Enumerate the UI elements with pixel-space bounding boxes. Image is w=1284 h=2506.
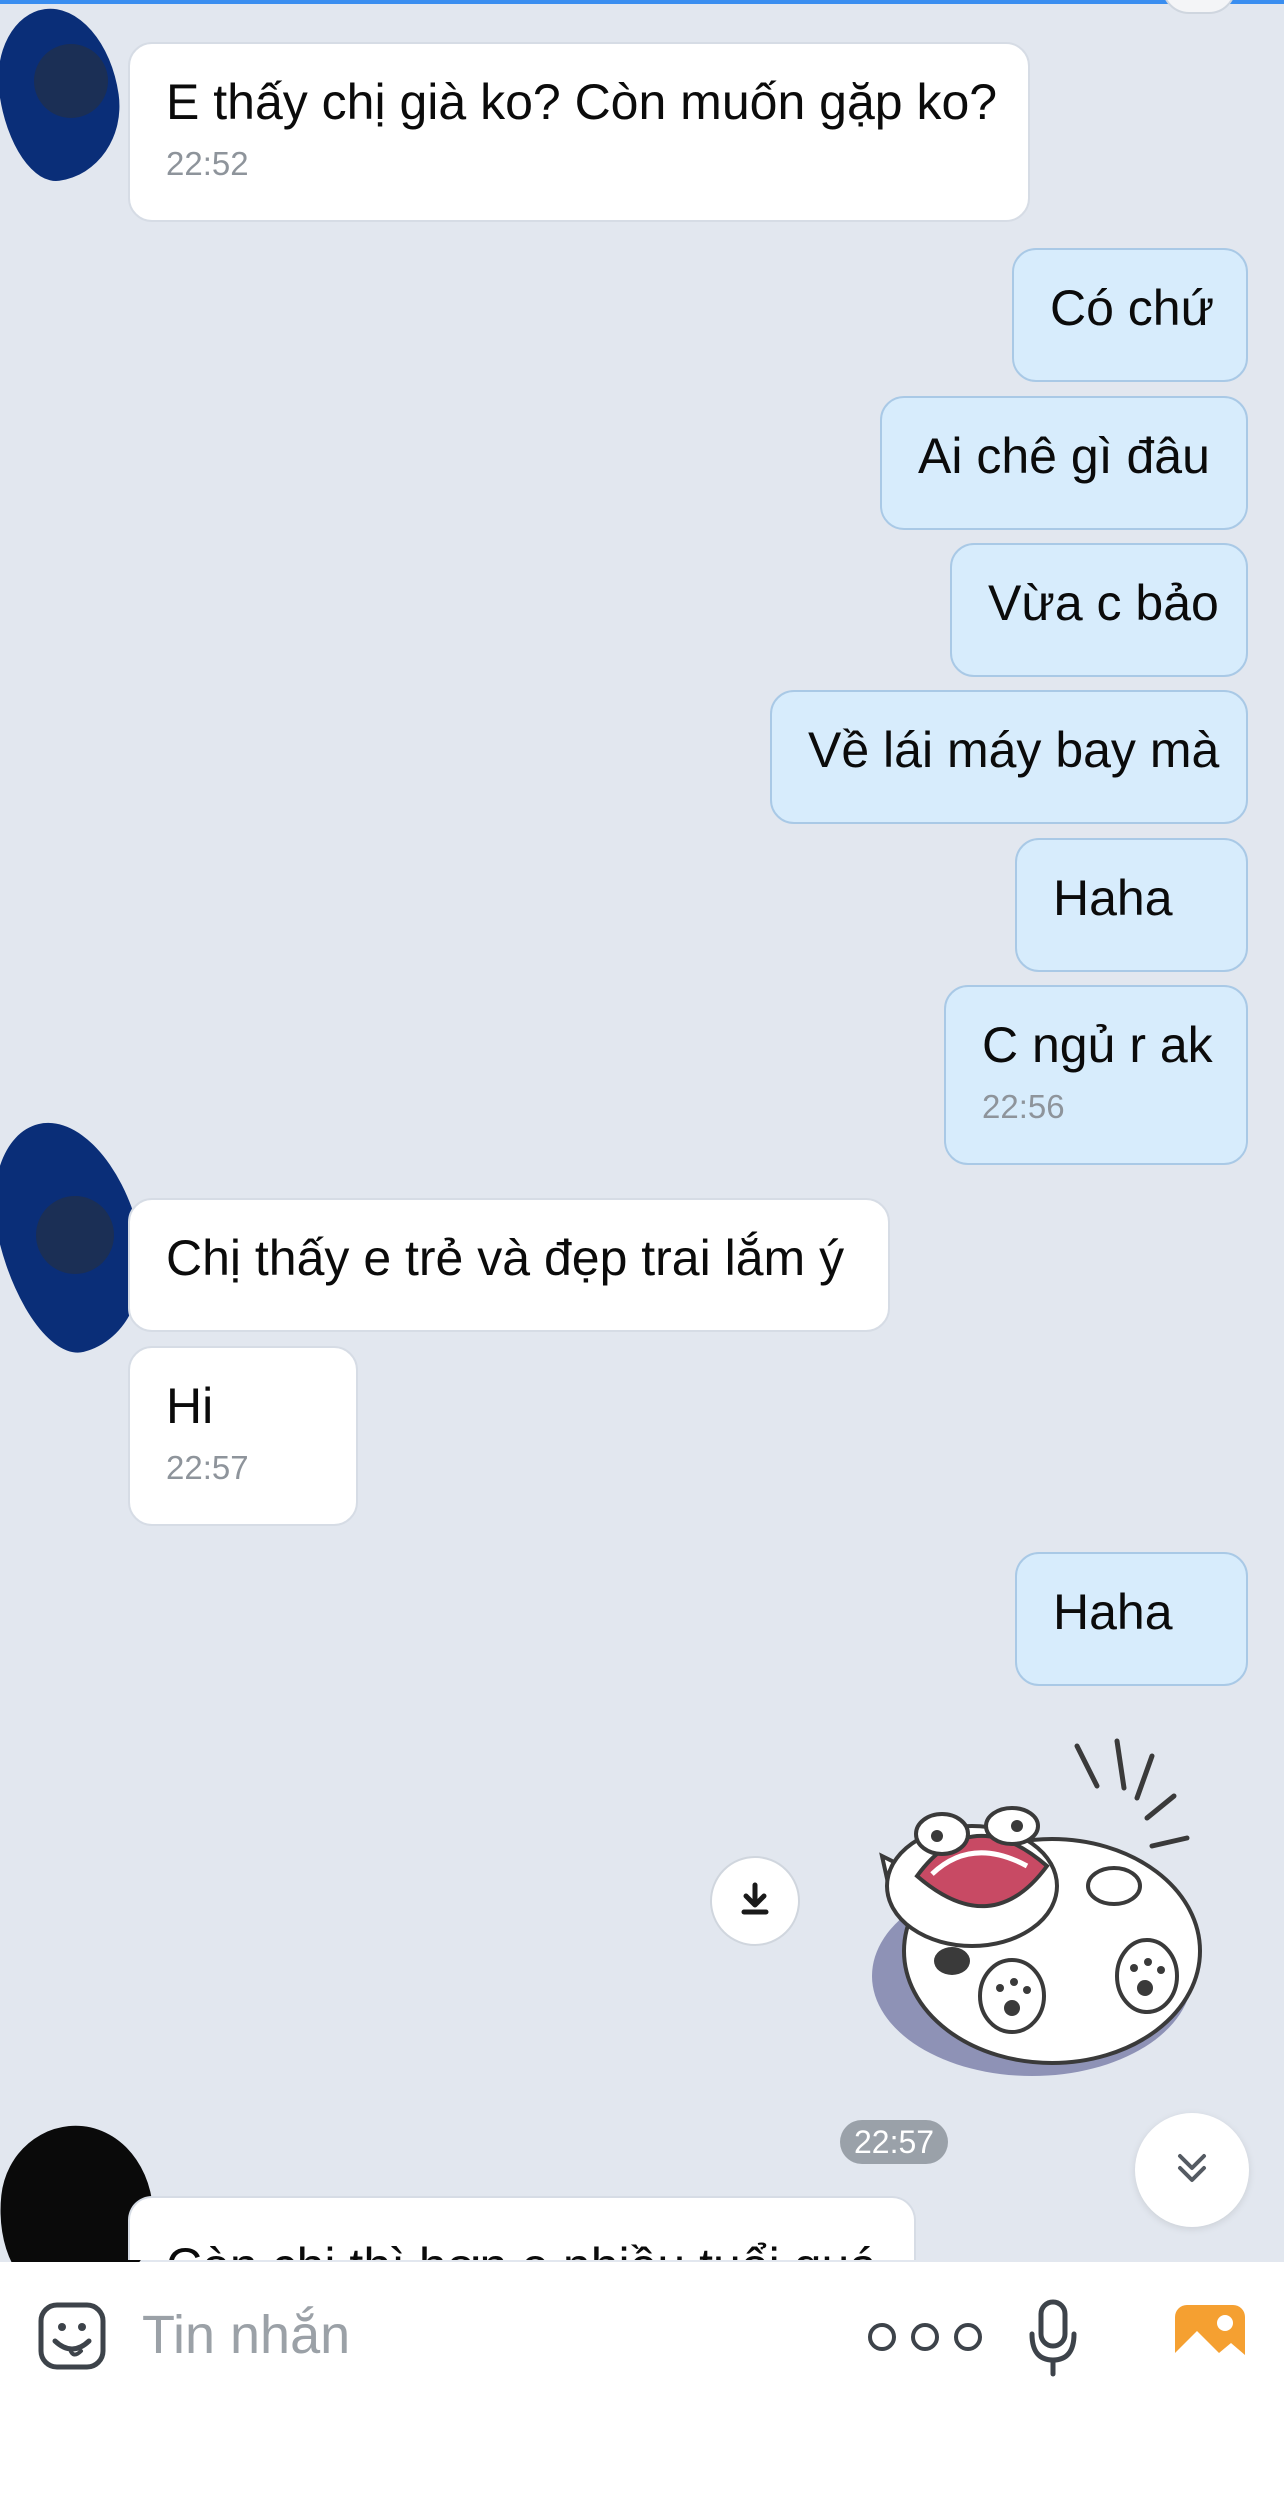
message-text: Vừa c bảo xyxy=(988,575,1219,631)
message-text: C ngủ r ak xyxy=(982,1017,1213,1073)
chevron-double-down-icon xyxy=(1170,2146,1214,2195)
message-text: Haha xyxy=(1053,1584,1173,1640)
message-bubble-incoming[interactable]: Chị thấy e trẻ và đẹp trai lắm ý xyxy=(128,1198,890,1332)
message-text: Còn chị thì hơn e nhiều tuổi quá xyxy=(166,2236,877,2260)
message-text: Chị thấy e trẻ và đẹp trai lắm ý xyxy=(166,1230,845,1286)
message-time: 22:57 xyxy=(166,1449,249,1486)
message-text: Ai chê gì đâu xyxy=(918,428,1210,484)
message-composer: Tin nhắn xyxy=(0,2262,1284,2506)
message-bubble-outgoing[interactable]: Haha xyxy=(1015,838,1248,972)
message-text: Về lái máy bay mà xyxy=(808,722,1220,778)
emoji-icon[interactable] xyxy=(34,2298,110,2374)
message-text: Hi xyxy=(166,1378,214,1434)
message-text: Có chứ xyxy=(1050,280,1215,336)
top-floating-button[interactable] xyxy=(1162,0,1236,14)
top-accent-line xyxy=(0,0,1284,4)
cat-sticker[interactable] xyxy=(852,1726,1222,2096)
message-bubble-outgoing[interactable]: Ai chê gì đâu xyxy=(880,396,1248,530)
message-bubble-outgoing[interactable]: C ngủ r ak 22:56 xyxy=(944,985,1248,1165)
message-time: 22:52 xyxy=(166,145,249,182)
download-button[interactable] xyxy=(710,1856,800,1946)
avatar[interactable] xyxy=(36,1196,114,1274)
image-gallery-icon[interactable] xyxy=(1172,2302,1248,2370)
more-options-icon[interactable] xyxy=(862,2312,988,2362)
message-bubble-incoming[interactable]: Còn chị thì hơn e nhiều tuổi quá xyxy=(128,2196,916,2260)
microphone-icon[interactable] xyxy=(1022,2296,1084,2380)
message-bubble-outgoing[interactable]: Có chứ xyxy=(1012,248,1248,382)
message-bubble-incoming[interactable]: E thấy chị già ko? Còn muốn gặp ko? 22:5… xyxy=(128,42,1030,222)
message-bubble-outgoing[interactable]: Vừa c bảo xyxy=(950,543,1248,677)
message-bubble-outgoing[interactable]: Haha xyxy=(1015,1552,1248,1686)
message-bubble-incoming[interactable]: Hi 22:57 xyxy=(128,1346,358,1526)
scroll-to-bottom-button[interactable] xyxy=(1135,2113,1249,2227)
download-icon xyxy=(735,1879,775,1924)
message-text: E thấy chị già ko? Còn muốn gặp ko? xyxy=(166,74,998,130)
message-text: Haha xyxy=(1053,870,1173,926)
message-bubble-outgoing[interactable]: Về lái máy bay mà xyxy=(770,690,1248,824)
avatar[interactable] xyxy=(34,44,108,118)
message-input[interactable]: Tin nhắn xyxy=(142,2302,350,2368)
message-time: 22:57 xyxy=(840,2120,949,2164)
message-time: 22:56 xyxy=(982,1088,1065,1125)
